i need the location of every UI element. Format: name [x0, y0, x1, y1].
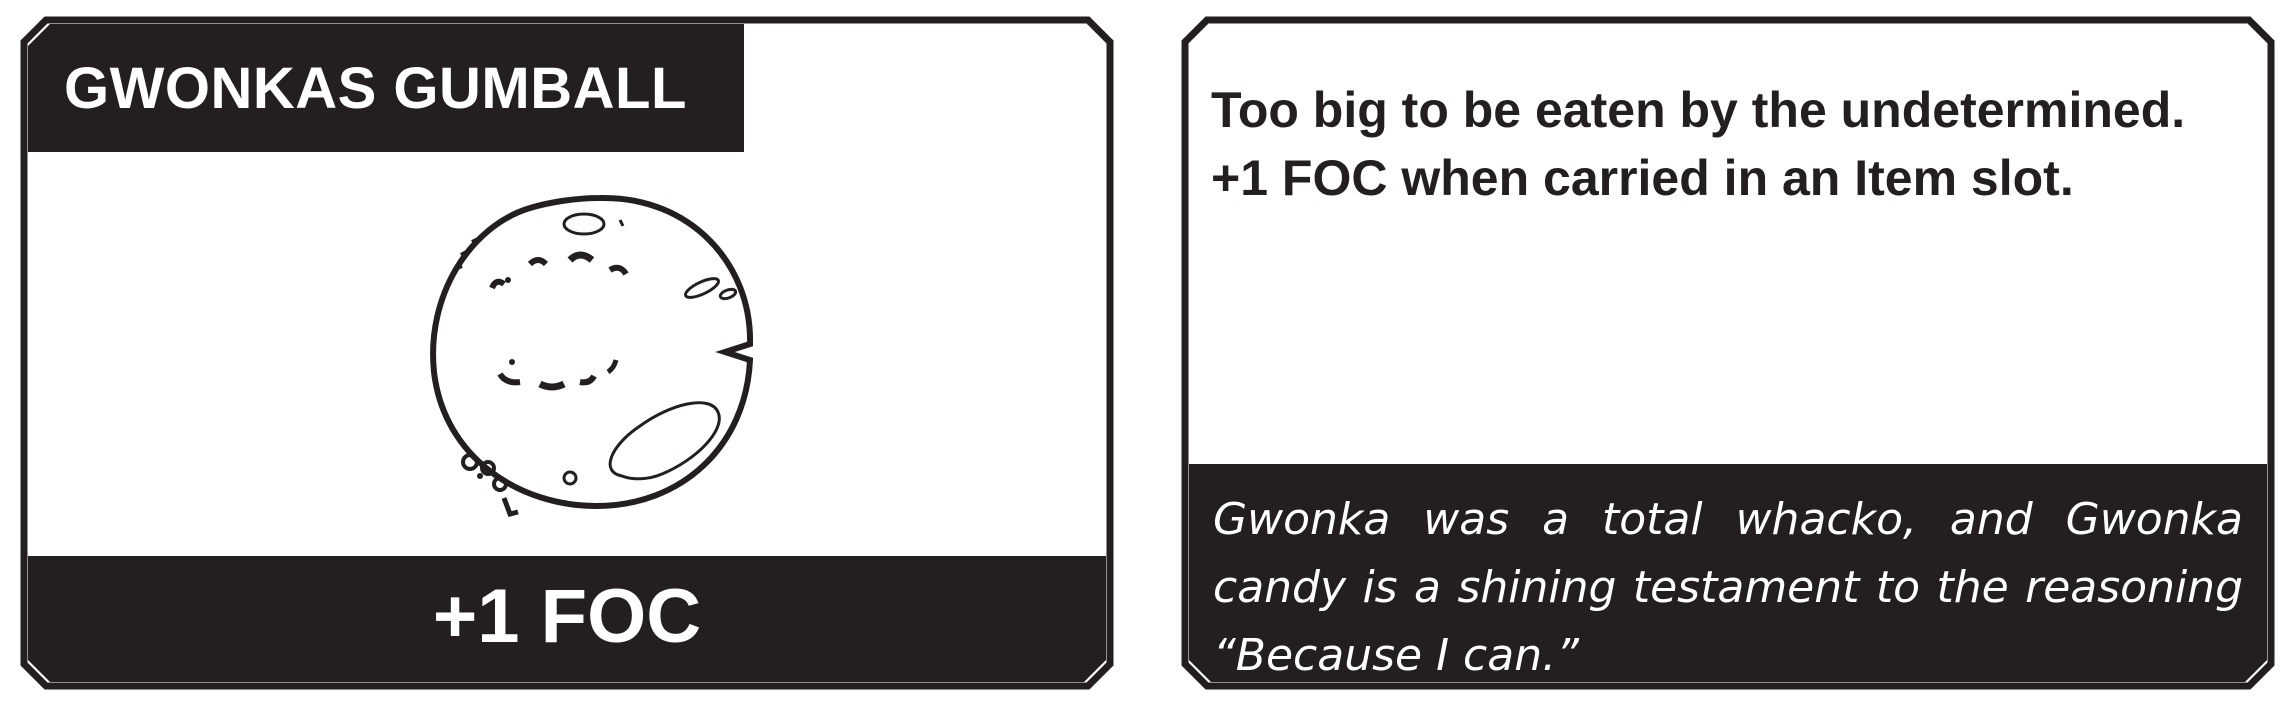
stat-bar: +1 FOC	[28, 556, 1106, 682]
card-title: GWONKAS GUMBALL	[64, 55, 687, 121]
effect-line-2: +1 FOC when carried in an Item slot.	[1211, 150, 2074, 206]
card-title-bar: GWONKAS GUMBALL	[28, 24, 744, 152]
flavor-text-box: Gwonka was a total whacko, and Gwonka ca…	[1189, 464, 2267, 682]
card-effect-text: Too big to be eaten by the undetermined.…	[1211, 76, 2251, 212]
item-card-back: Too big to be eaten by the undetermined.…	[1181, 16, 2275, 690]
flavor-text: Gwonka was a total whacko, and Gwonka ca…	[1213, 494, 2243, 681]
gumball-sketch-icon	[430, 194, 754, 517]
effect-line-1: Too big to be eaten by the undetermined.	[1211, 82, 2186, 138]
stat-value: +1 FOC	[432, 573, 702, 659]
item-card-front: GWONKAS GUMBALL +1 FOC	[20, 16, 1114, 690]
